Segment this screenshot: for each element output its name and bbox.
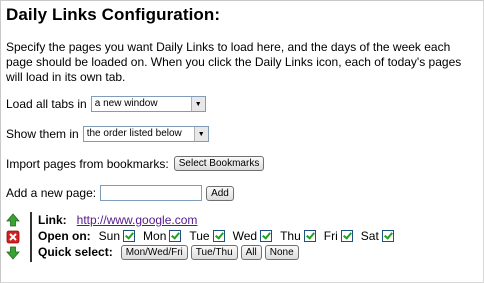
link-label: Link: <box>38 213 67 227</box>
quick-select-buttons: Mon/Wed/Fri Tue/Thu All None <box>120 244 302 260</box>
load-tabs-value: a new window <box>94 98 158 109</box>
add-page-label: Add a new page: <box>6 186 97 200</box>
load-tabs-select[interactable]: a new window ▼ <box>90 96 206 112</box>
open-on-label: Open on: <box>38 229 91 243</box>
day-fri: Fri <box>324 229 353 243</box>
chevron-down-icon[interactable]: ▼ <box>193 127 208 141</box>
day-sun-checkbox[interactable] <box>123 230 136 242</box>
add-page-row: Add a new page: Add <box>6 185 237 201</box>
add-button[interactable]: Add <box>206 185 234 201</box>
order-value: the order listed below <box>86 128 182 139</box>
day-mon: Mon <box>143 229 182 243</box>
description-text: Specify the pages you want Daily Links t… <box>6 40 462 84</box>
day-sun-label: Sun <box>98 229 121 243</box>
import-label: Import pages from bookmarks: <box>6 156 169 171</box>
day-thu: Thu <box>280 229 316 243</box>
day-wed: Wed <box>232 229 273 243</box>
import-row: Import pages from bookmarks: Select Book… <box>6 156 267 171</box>
quick-select-line: Quick select: Mon/Wed/Fri Tue/Thu All No… <box>38 244 394 260</box>
day-mon-label: Mon <box>143 229 167 243</box>
quick-tue-thu-button[interactable]: Tue/Thu <box>190 244 238 260</box>
day-wed-label: Wed <box>232 229 258 243</box>
order-label: Show them in <box>6 127 79 141</box>
page-title: Daily Links Configuration: <box>6 5 221 24</box>
entry-url-link[interactable]: http://www.google.com <box>77 213 198 227</box>
order-row: Show them in the order listed below ▼ <box>6 126 209 142</box>
day-tue-checkbox[interactable] <box>212 230 225 242</box>
load-tabs-row: Load all tabs in a new window ▼ <box>6 96 206 112</box>
day-thu-label: Thu <box>280 229 301 243</box>
quick-mon-wed-fri-button[interactable]: Mon/Wed/Fri <box>120 244 188 260</box>
link-line: Link: http://www.google.com <box>38 212 394 228</box>
remove-x-icon[interactable] <box>6 230 20 244</box>
quick-none-button[interactable]: None <box>264 244 299 260</box>
day-sun: Sun <box>98 229 136 243</box>
load-tabs-label: Load all tabs in <box>6 97 87 111</box>
open-on-line: Open on: Sun Mon Tue Wed Thu Fri Sat <box>38 228 394 244</box>
day-fri-label: Fri <box>323 229 338 243</box>
day-sat-label: Sat <box>360 229 379 243</box>
day-wed-checkbox[interactable] <box>260 230 273 242</box>
page-entry: Link: http://www.google.com Open on: Sun… <box>30 212 394 262</box>
quick-select-label: Quick select: <box>38 245 113 259</box>
day-sat: Sat <box>361 229 394 243</box>
day-tue-label: Tue <box>189 229 210 243</box>
day-sat-checkbox[interactable] <box>381 230 394 242</box>
day-mon-checkbox[interactable] <box>169 230 182 242</box>
add-page-input[interactable] <box>100 185 203 201</box>
move-down-arrow-icon[interactable] <box>6 246 20 260</box>
move-up-arrow-icon[interactable] <box>6 213 20 227</box>
quick-all-button[interactable]: All <box>240 244 262 260</box>
day-tue: Tue <box>189 229 225 243</box>
select-bookmarks-button[interactable]: Select Bookmarks <box>173 156 265 171</box>
day-thu-checkbox[interactable] <box>303 230 316 242</box>
chevron-down-icon[interactable]: ▼ <box>190 97 205 111</box>
order-select[interactable]: the order listed below ▼ <box>82 126 209 142</box>
day-fri-checkbox[interactable] <box>340 230 353 242</box>
